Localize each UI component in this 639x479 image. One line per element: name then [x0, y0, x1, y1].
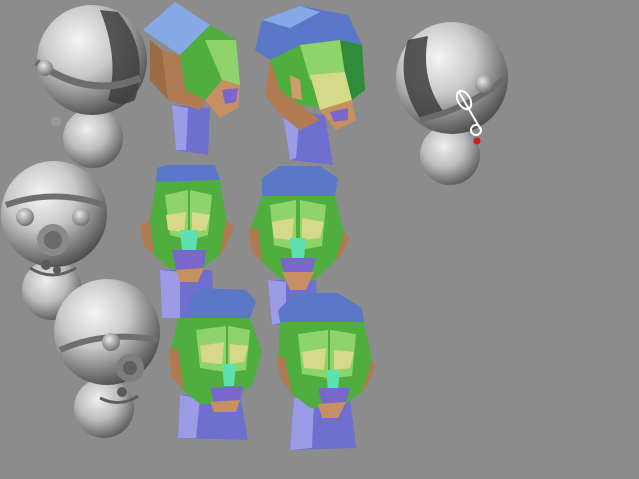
lowpoly-head-2[interactable]: [255, 6, 365, 165]
3d-viewport[interactable]: [0, 0, 639, 479]
sphere-head-rig-4[interactable]: [396, 22, 508, 185]
sphere-head-rig-3[interactable]: [54, 279, 160, 438]
lowpoly-head-6[interactable]: [276, 293, 376, 450]
sphere-head-rig-1[interactable]: [33, 5, 147, 168]
scene-canvas[interactable]: [0, 0, 639, 479]
lowpoly-head-1[interactable]: [143, 2, 240, 155]
